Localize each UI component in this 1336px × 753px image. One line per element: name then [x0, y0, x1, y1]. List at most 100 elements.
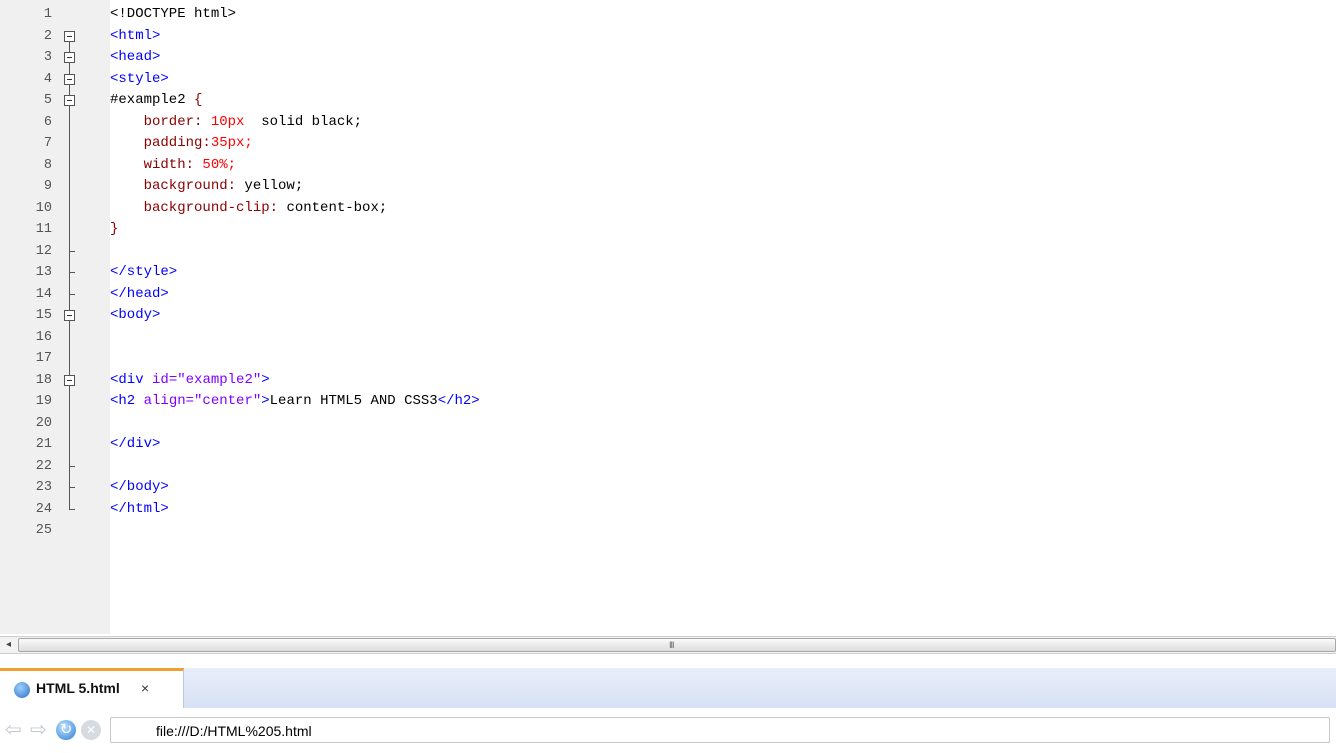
back-arrow-icon[interactable]: ⇦ — [5, 720, 25, 740]
line-number: 4 — [43, 71, 52, 87]
fold-toggle-icon[interactable] — [60, 26, 80, 47]
code-line[interactable]: 20 — [0, 412, 1336, 434]
code-token: </style> — [110, 264, 178, 280]
code-token: <html> — [110, 27, 161, 44]
code-text: width: 50%; — [110, 155, 236, 177]
code-line[interactable]: 15 <body> — [0, 305, 1336, 327]
code-text: <body> — [110, 305, 160, 327]
tab-html5[interactable]: HTML 5.html × — [0, 668, 184, 708]
scroll-left-arrow-icon[interactable]: ◂ — [0, 637, 17, 653]
fold-guide — [60, 111, 80, 133]
fold-guide — [60, 133, 80, 155]
navigation-bar: ⇦ ⇨ ↻ ✕ file:///D:/HTML%205.html — [0, 708, 1336, 753]
code-line[interactable]: 13 </style> — [0, 262, 1336, 284]
code-line[interactable]: 19 <h2 align="center">Learn HTML5 AND CSS… — [0, 391, 1336, 413]
reload-icon[interactable]: ↻ — [56, 720, 76, 740]
line-number: 11 — [35, 222, 52, 237]
url-text: file:///D:/HTML%205.html — [156, 723, 312, 739]
code-token: width: — [110, 156, 203, 173]
code-line[interactable]: 16 — [0, 326, 1336, 348]
fold-guide — [60, 240, 80, 262]
code-token: background: — [110, 178, 245, 194]
tab-label: HTML 5.html — [36, 680, 120, 696]
code-line[interactable]: 7 padding:35px; — [0, 133, 1336, 155]
tab-close-icon[interactable]: × — [141, 680, 149, 696]
fold-guide — [60, 176, 80, 198]
code-text: <!DOCTYPE html> — [110, 4, 236, 26]
code-token: <head> — [110, 49, 161, 65]
code-token: > — [261, 393, 270, 409]
code-line[interactable]: 17 — [0, 348, 1336, 370]
code-text: background: yellow; — [110, 176, 304, 198]
code-line[interactable]: 2 <html> — [0, 26, 1336, 47]
scrollbar-thumb[interactable]: III — [18, 638, 1336, 652]
line-number: 5 — [43, 93, 52, 108]
code-text: <div id="example2"> — [110, 370, 270, 392]
code-token: } — [110, 221, 119, 237]
code-line[interactable]: 3 <head> — [0, 47, 1336, 69]
code-text: padding:35px; — [110, 133, 253, 155]
code-token: > — [261, 371, 270, 388]
code-line[interactable]: 12 — [0, 240, 1336, 262]
code-line[interactable]: 11} — [0, 219, 1336, 241]
code-line[interactable]: 14 </head> — [0, 283, 1336, 305]
code-line[interactable]: 8 width: 50%; — [0, 154, 1336, 177]
code-token: Learn HTML5 AND CSS3 — [269, 393, 438, 409]
code-line[interactable]: 10 background-clip: content-box; — [0, 197, 1336, 219]
line-number: 13 — [35, 265, 52, 280]
code-line[interactable]: 25 — [0, 520, 1336, 542]
fold-guide — [60, 434, 80, 456]
fold-guide — [60, 154, 80, 176]
code-token: 35px; — [210, 135, 253, 151]
line-number: 22 — [35, 458, 52, 474]
code-token: solid black; — [244, 113, 363, 130]
code-line[interactable]: 23 </body> — [0, 477, 1336, 499]
code-text: </style> — [110, 262, 177, 284]
horizontal-scrollbar[interactable]: ◂ III — [0, 636, 1336, 654]
code-line[interactable]: 4 <style> — [0, 68, 1336, 90]
line-number: 12 — [35, 243, 52, 259]
line-number: 6 — [43, 114, 52, 130]
code-token: </head> — [110, 285, 169, 302]
code-token: </body> — [110, 479, 169, 495]
code-line[interactable]: 1 <!DOCTYPE html> — [0, 4, 1336, 26]
code-token: <h2 — [110, 393, 144, 409]
line-number: 18 — [35, 372, 52, 388]
fold-toggle-icon[interactable] — [60, 47, 80, 69]
fold-toggle-icon[interactable] — [60, 68, 80, 90]
code-line[interactable]: 18 <div id="example2"> — [0, 369, 1336, 392]
code-token: </h2> — [437, 393, 480, 409]
url-field[interactable]: file:///D:/HTML%205.html — [110, 717, 1330, 743]
line-number: 24 — [35, 501, 52, 517]
code-text: border: 10px solid black; — [110, 112, 362, 134]
code-line[interactable]: 5 #example2 { — [0, 90, 1336, 112]
line-number: 7 — [43, 136, 52, 151]
code-token: <style> — [110, 70, 169, 87]
code-text: #example2 { — [110, 90, 202, 112]
code-lines[interactable]: 1 <!DOCTYPE html> 2 <html> 3 <head> 4 <style> 5 #… — [0, 4, 1336, 542]
code-line[interactable]: 6 border: 10px solid black; — [0, 111, 1336, 134]
code-token: background-clip: — [110, 199, 287, 216]
code-token: <div — [110, 371, 153, 388]
code-token: "center" — [194, 393, 262, 409]
code-line[interactable]: 24 </html> — [0, 498, 1336, 521]
code-line[interactable]: 9 background: yellow; — [0, 176, 1336, 198]
code-line[interactable]: 22 — [0, 455, 1336, 477]
stop-icon[interactable]: ✕ — [81, 720, 101, 740]
tab-bar: HTML 5.html × — [0, 668, 1336, 709]
code-token: </html> — [110, 500, 169, 517]
code-token: </div> — [110, 436, 161, 452]
code-token: "example2" — [177, 371, 262, 388]
fold-toggle-icon[interactable] — [60, 305, 80, 327]
forward-arrow-icon[interactable]: ⇨ — [30, 720, 50, 740]
fold-guide — [60, 283, 80, 305]
code-line[interactable]: 21 </div> — [0, 434, 1336, 456]
code-editor[interactable]: 1 <!DOCTYPE html> 2 <html> 3 <head> 4 <style> 5 #… — [0, 0, 1336, 634]
line-number: 15 — [35, 308, 52, 323]
code-token: <body> — [110, 307, 161, 323]
fold-toggle-icon[interactable] — [60, 369, 80, 391]
code-token: <!DOCTYPE html> — [110, 6, 237, 22]
code-token: border: — [110, 113, 211, 130]
fold-guide — [60, 412, 80, 434]
fold-toggle-icon[interactable] — [60, 90, 80, 112]
